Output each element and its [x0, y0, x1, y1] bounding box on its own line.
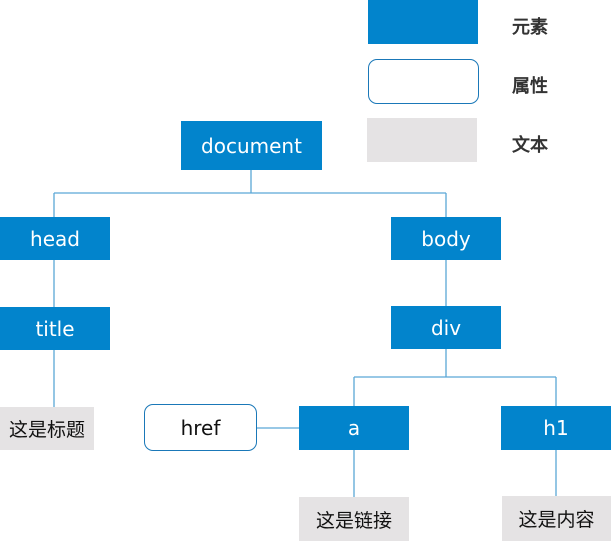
node-href-attribute: href: [144, 404, 257, 451]
node-h1-text: 这是内容: [502, 496, 611, 541]
node-document: document: [181, 121, 322, 170]
legend-element-swatch: [368, 0, 478, 44]
legend-attribute-swatch: [368, 59, 479, 104]
legend-text-swatch: [367, 118, 477, 162]
node-div: div: [391, 306, 501, 349]
node-title-text: 这是标题: [0, 407, 94, 450]
edge-document-children: [53, 170, 447, 217]
node-a-text: 这是链接: [299, 497, 409, 541]
legend-element-label: 元素: [512, 17, 548, 38]
legend-text-label: 文本: [512, 135, 548, 156]
node-a: a: [299, 406, 409, 450]
node-body: body: [391, 217, 501, 260]
edge-div-children: [353, 349, 557, 406]
node-h1: h1: [501, 406, 611, 450]
node-head: head: [0, 217, 110, 260]
node-title: title: [0, 307, 110, 350]
legend-attribute-label: 属性: [512, 76, 548, 97]
